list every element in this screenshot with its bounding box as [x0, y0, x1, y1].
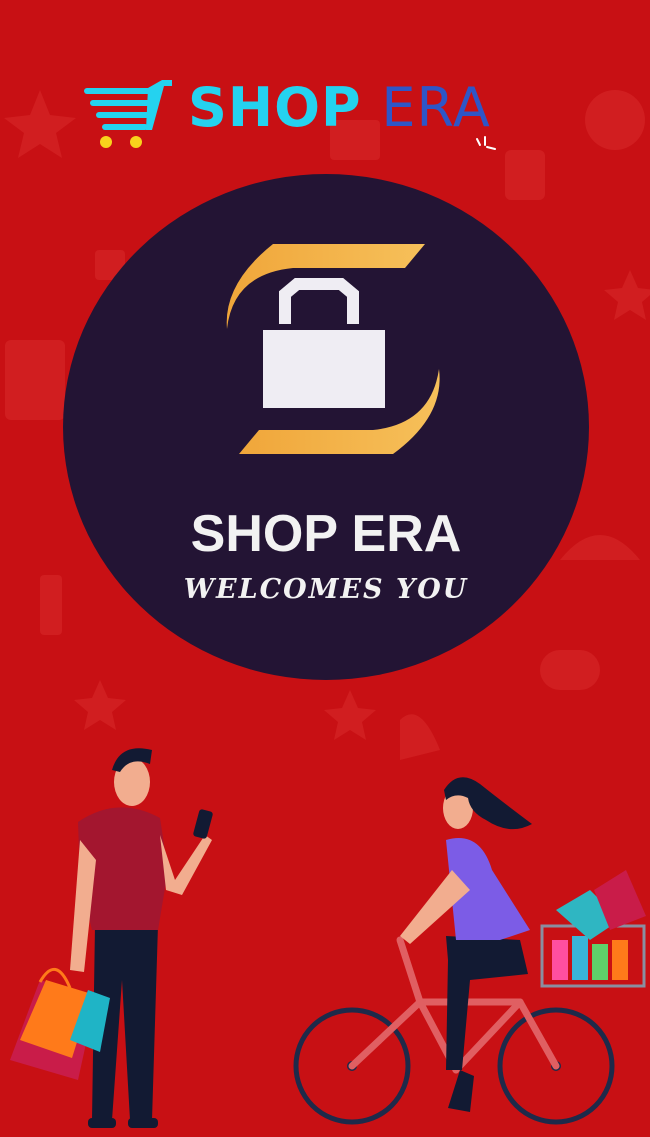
- bear-icon: [585, 90, 645, 150]
- brand-word-shop: SHOP: [188, 76, 362, 139]
- shoppers-illustration: [10, 748, 646, 1128]
- woman-bicycle-icon: [293, 777, 646, 1125]
- hat-icon: [540, 650, 600, 690]
- welcome-badge: SHOP ERA WELCOMES YOU: [63, 174, 589, 680]
- star-icon: [4, 90, 76, 158]
- brand-name: SHOP ERA: [188, 78, 491, 138]
- badge-title: SHOP ERA: [190, 505, 462, 563]
- top-brand-logo: SHOP ERA: [80, 78, 530, 158]
- badge-subtitle: WELCOMES YOU: [183, 574, 469, 605]
- box-icon: [5, 340, 65, 420]
- star-icon: [74, 680, 126, 730]
- man-shopping-bags-icon: [10, 748, 213, 1128]
- brand-word-era: ERA: [381, 76, 491, 139]
- lipstick-icon: [40, 575, 62, 635]
- shopping-bag-icon: [226, 244, 440, 454]
- star-icon: [604, 270, 650, 320]
- sparkle-icon: [476, 136, 496, 150]
- shopping-cart-icon: [84, 80, 172, 148]
- star-icon: [324, 690, 376, 740]
